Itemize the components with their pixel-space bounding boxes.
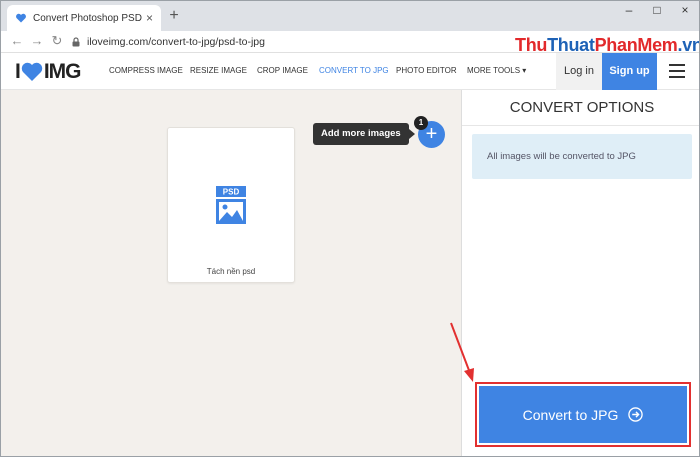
upload-workspace: PSD Tách nền psd Add more images + 1 [1, 90, 461, 456]
favicon-icon [16, 13, 26, 23]
reload-icon[interactable]: ↻ [49, 33, 65, 49]
file-name: Tách nền psd [206, 267, 256, 276]
login-button[interactable]: Log in [556, 53, 602, 90]
forward-icon[interactable]: → [29, 33, 45, 49]
add-more-tooltip: Add more images [313, 123, 415, 145]
lock-icon [72, 37, 80, 47]
file-count-badge: 1 [414, 116, 428, 130]
convert-button-label: Convert to JPG [522, 406, 619, 423]
nav-crop-image[interactable]: CROP IMAGE [257, 66, 308, 75]
convert-button[interactable]: Convert to JPG [479, 386, 687, 443]
back-icon[interactable]: ← [9, 33, 25, 49]
url-text: iloveimg.com/convert-to-jpg/psd-to-jpg [87, 36, 265, 48]
nav-convert-to-jpg[interactable]: CONVERT TO JPG [319, 66, 389, 75]
panel-title: CONVERT OPTIONS [509, 99, 655, 116]
minimize-icon[interactable]: – [615, 1, 643, 21]
divider [462, 125, 699, 126]
nav-compress-image[interactable]: COMPRESS IMAGE [109, 66, 183, 75]
svg-text:PSD: PSD [223, 188, 240, 197]
arrow-right-circle-icon [628, 407, 644, 422]
info-message: All images will be converted to JPG [472, 134, 692, 179]
close-window-icon[interactable]: × [671, 1, 699, 21]
url-field[interactable]: iloveimg.com/convert-to-jpg/psd-to-jpg [71, 33, 591, 51]
signup-button[interactable]: Sign up [602, 53, 657, 90]
psd-file-icon: PSD [216, 186, 246, 224]
browser-window: Convert Photoshop PSD to JPG × + – □ × ←… [0, 0, 700, 457]
site-logo[interactable]: I IMG [15, 60, 82, 83]
new-tab-button[interactable]: + [165, 7, 183, 25]
maximize-icon[interactable]: □ [643, 1, 671, 21]
menu-icon[interactable] [669, 64, 685, 78]
tab-bar: Convert Photoshop PSD to JPG × + – □ × [1, 1, 699, 31]
nav-resize-image[interactable]: RESIZE IMAGE [190, 66, 247, 75]
nav-more-tools[interactable]: MORE TOOLS ▾ [467, 66, 526, 75]
close-tab-icon[interactable]: × [146, 11, 153, 25]
heart-icon [21, 62, 43, 81]
nav-photo-editor[interactable]: PHOTO EDITOR [396, 66, 457, 75]
file-card[interactable]: PSD Tách nền psd [167, 127, 295, 283]
tab-title: Convert Photoshop PSD to JPG [33, 12, 142, 24]
site-navbar: I IMG COMPRESS IMAGE RESIZE IMAGE CROP I… [1, 53, 699, 90]
convert-options-panel: CONVERT OPTIONS All images will be conve… [461, 90, 699, 456]
browser-tab[interactable]: Convert Photoshop PSD to JPG × [7, 5, 161, 31]
